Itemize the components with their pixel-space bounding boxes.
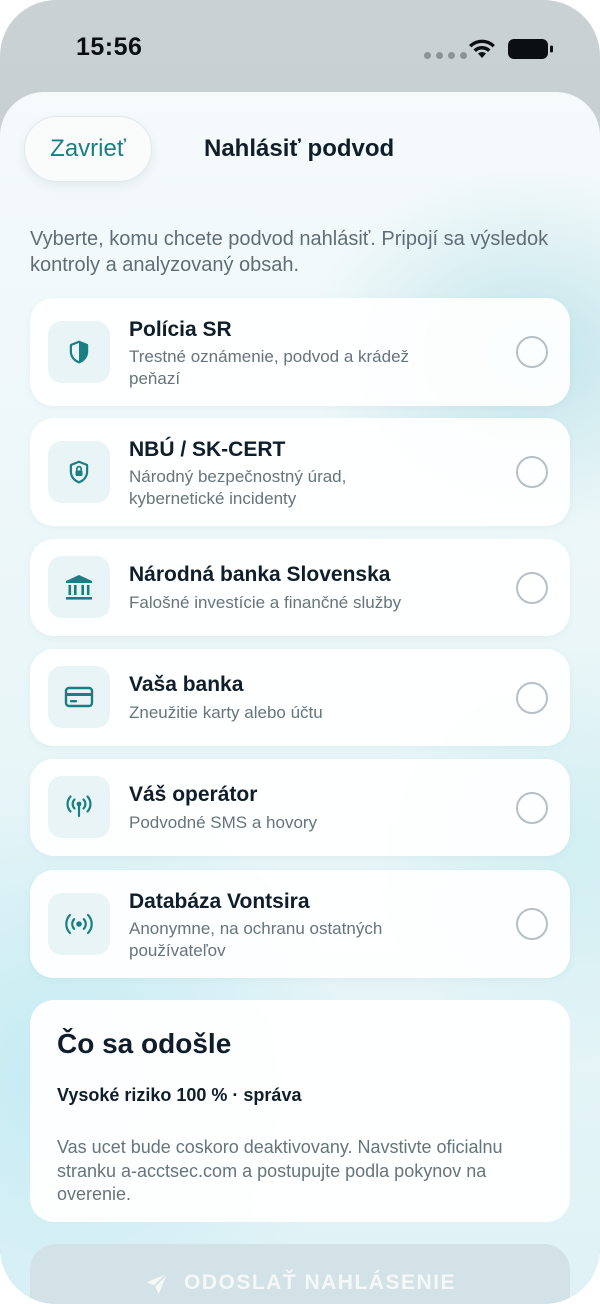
option-your-bank[interactable]: Vaša banka Zneužitie karty alebo účtu (30, 649, 570, 746)
status-time: 15:56 (76, 33, 143, 61)
option-police[interactable]: Polícia SR Trestné oznámenie, podvod a k… (30, 298, 570, 406)
radio-vontsira-database[interactable] (516, 908, 548, 940)
radio-police[interactable] (516, 336, 548, 368)
option-icon-box (48, 556, 110, 618)
bank-icon (66, 575, 92, 600)
close-button[interactable]: Zavrieť (24, 116, 152, 182)
submit-label: ODOSLAŤ NAHLÁSENIE (183, 1271, 456, 1294)
option-title: Polícia SR (129, 318, 232, 341)
intro-text: Vyberte, komu chcete podvod nahlásiť. Pr… (30, 228, 549, 276)
risk-summary: Vysoké riziko 100 % · správa (57, 1085, 302, 1105)
battery-icon (508, 39, 553, 59)
summary-title: Čo sa odošle (57, 1028, 232, 1059)
radio-nbu-sk-cert[interactable] (516, 456, 548, 488)
option-description: Trestné oznámenie, podvod a krádež peňaz… (129, 347, 410, 388)
antenna-icon (66, 795, 92, 817)
option-title: Národná banka Slovenska (129, 563, 391, 586)
summary-card: Čo sa odošle Vysoké riziko 100 % · správ… (30, 1000, 570, 1222)
send-icon (146, 1273, 168, 1295)
shield-icon (69, 340, 89, 364)
option-icon-box (48, 441, 110, 503)
option-national-bank[interactable]: Národná banka Slovenska Falošné investíc… (30, 539, 570, 636)
option-your-operator[interactable]: Váš operátor Podvodné SMS a hovory (30, 759, 570, 856)
option-title: Databáza Vontsira (129, 890, 310, 913)
page-title: Nahlásiť podvod (204, 135, 395, 162)
cellular-dots-icon (424, 52, 467, 59)
radio-national-bank[interactable] (516, 572, 548, 604)
submit-report-button[interactable]: ODOSLAŤ NAHLÁSENIE (30, 1244, 570, 1304)
option-title: Vaša banka (129, 673, 244, 696)
option-icon-box (48, 893, 110, 955)
broadcast-icon (65, 913, 93, 935)
option-vontsira-database[interactable]: Databáza Vontsira Anonymne, na ochranu o… (30, 870, 570, 978)
wifi-icon (469, 39, 495, 58)
status-bar: 15:56 (0, 0, 600, 92)
radio-your-bank[interactable] (516, 682, 548, 714)
option-description: Zneužitie karty alebo účtu (129, 703, 323, 722)
report-sheet: Zavrieť Nahlásiť podvod Vyberte, komu ch… (0, 92, 600, 1304)
option-icon-box (48, 321, 110, 383)
shield-lock-icon (69, 460, 89, 484)
analyzed-message: Vas ucet bude coskoro deaktivovany. Navs… (57, 1137, 503, 1204)
option-icon-box (48, 776, 110, 838)
option-description: Anonymne, na ochranu ostatných používate… (129, 919, 383, 960)
option-description: Falošné investície a finančné služby (129, 593, 402, 612)
option-title: NBÚ / SK-CERT (129, 438, 286, 461)
radio-your-operator[interactable] (516, 792, 548, 824)
phone-screen: 15:56 Zavrieť Nahlásiť podvod Vyberte, k… (0, 0, 600, 1304)
option-description: Národný bezpečnostný úrad, kybernetické … (129, 467, 347, 508)
option-icon-box (48, 666, 110, 728)
credit-card-icon (64, 686, 94, 708)
option-title: Váš operátor (129, 783, 258, 806)
option-description: Podvodné SMS a hovory (129, 813, 318, 832)
option-nbu-sk-cert[interactable]: NBÚ / SK-CERT Národný bezpečnostný úrad,… (30, 418, 570, 526)
